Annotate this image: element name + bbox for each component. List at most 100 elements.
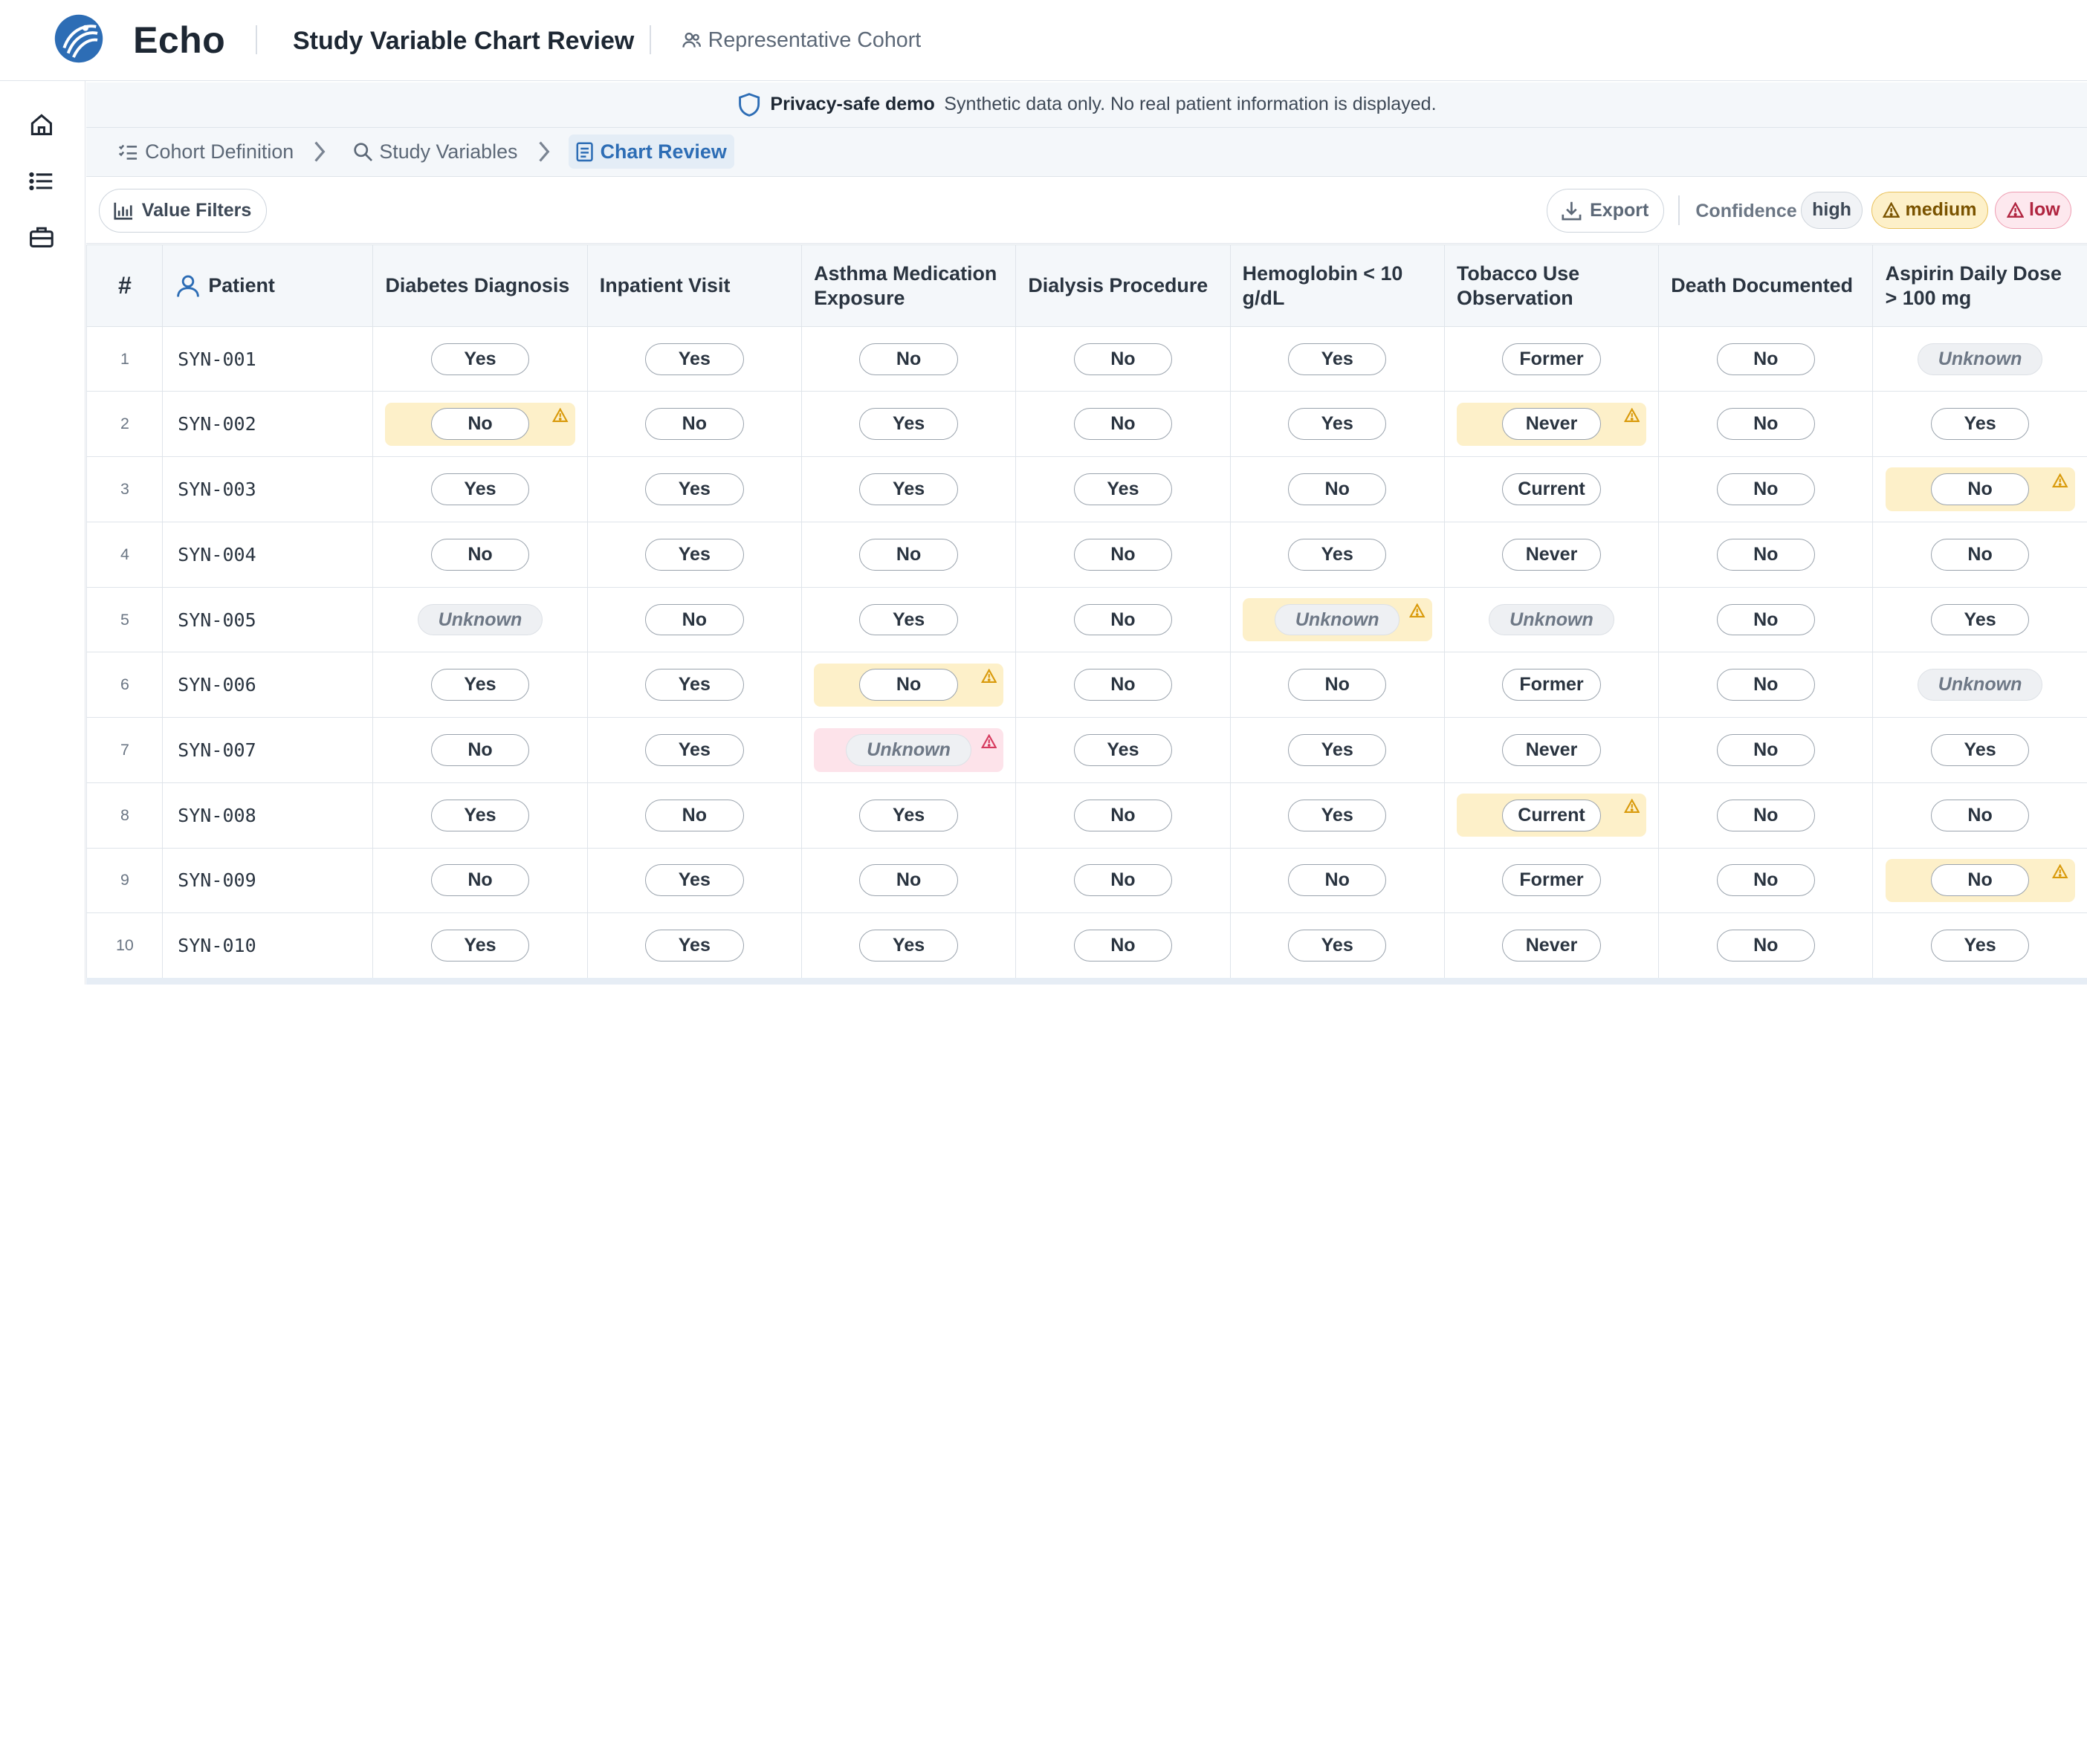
value-pill[interactable]: Yes: [1930, 733, 2030, 766]
value-pill[interactable]: Yes: [430, 669, 530, 701]
value-pill[interactable]: Unknown: [1917, 343, 2043, 375]
patient-id[interactable]: SYN-008: [162, 782, 374, 849]
value-pill[interactable]: No: [430, 733, 530, 766]
value-pill[interactable]: Yes: [1287, 343, 1387, 375]
patient-id[interactable]: SYN-001: [162, 325, 374, 392]
table-row[interactable]: 9 SYN-009 No Yes No No No Former No No: [86, 847, 2087, 914]
value-pill[interactable]: Current: [1502, 799, 1601, 831]
value-pill[interactable]: No: [1073, 799, 1173, 831]
patient-id[interactable]: SYN-004: [162, 521, 374, 588]
confidence-low-chip[interactable]: low: [1995, 191, 2072, 229]
value-pill[interactable]: No: [1073, 343, 1173, 375]
column-header[interactable]: Dialysis Procedure: [1015, 244, 1231, 327]
sidebar-item-list[interactable]: [24, 163, 59, 198]
value-pill[interactable]: No: [1930, 864, 2030, 897]
patient-id[interactable]: SYN-006: [162, 652, 374, 719]
value-pill[interactable]: Yes: [430, 930, 530, 962]
sidebar-item-home[interactable]: [24, 108, 59, 143]
value-pill[interactable]: Unknown: [846, 733, 971, 766]
patient-id[interactable]: SYN-003: [162, 456, 374, 522]
confidence-medium-chip[interactable]: medium: [1871, 191, 1988, 229]
value-pill[interactable]: No: [859, 864, 958, 897]
value-pill[interactable]: No: [1287, 473, 1387, 506]
column-header-patient[interactable]: Patient: [162, 244, 374, 327]
value-pill[interactable]: No: [645, 603, 744, 636]
value-pill[interactable]: Former: [1502, 864, 1601, 897]
value-pill[interactable]: No: [859, 669, 958, 701]
horizontal-scrollbar[interactable]: [86, 978, 2087, 985]
column-header[interactable]: Aspirin Daily Dose > 100 mg: [1872, 244, 2087, 327]
patient-id[interactable]: SYN-002: [162, 391, 374, 458]
column-header[interactable]: Death Documented: [1658, 244, 1874, 327]
column-header[interactable]: Asthma Medication Exposure: [800, 244, 1017, 327]
value-pill[interactable]: Yes: [645, 473, 744, 506]
value-pill[interactable]: Never: [1502, 930, 1601, 962]
patient-id[interactable]: SYN-007: [162, 717, 374, 783]
value-pill[interactable]: No: [645, 799, 744, 831]
value-pill[interactable]: No: [1073, 603, 1173, 636]
value-pill[interactable]: Yes: [859, 473, 958, 506]
value-pill[interactable]: No: [1073, 669, 1173, 701]
value-pill[interactable]: No: [1716, 343, 1816, 375]
table-row[interactable]: 1 SYN-001 Yes Yes No No Yes Former No Unknown: [86, 325, 2087, 392]
value-pill[interactable]: Yes: [645, 538, 744, 571]
value-pill[interactable]: Yes: [1287, 538, 1387, 571]
value-pill[interactable]: No: [1073, 864, 1173, 897]
value-pill[interactable]: No: [859, 343, 958, 375]
value-pill[interactable]: No: [1073, 538, 1173, 571]
value-pill[interactable]: Former: [1502, 343, 1601, 375]
table-row[interactable]: 4 SYN-004 No Yes No No Yes Never No No: [86, 521, 2087, 588]
value-pill[interactable]: Never: [1502, 538, 1601, 571]
value-pill[interactable]: No: [1716, 799, 1816, 831]
value-pill[interactable]: Yes: [1073, 733, 1173, 766]
value-pill[interactable]: No: [1716, 930, 1816, 962]
value-pill[interactable]: No: [859, 538, 958, 571]
value-pill[interactable]: Yes: [859, 408, 958, 441]
value-pill[interactable]: Yes: [645, 343, 744, 375]
value-pill[interactable]: No: [1716, 408, 1816, 441]
value-pill[interactable]: Yes: [430, 799, 530, 831]
value-pill[interactable]: Yes: [1930, 408, 2030, 441]
breadcrumb-cohort-definition[interactable]: Cohort Definition: [111, 134, 302, 169]
value-pill[interactable]: No: [1073, 408, 1173, 441]
value-pill[interactable]: Unknown: [1917, 669, 2043, 701]
table-row[interactable]: 7 SYN-007 No Yes Unknown Yes Yes Never No Yes: [86, 717, 2087, 783]
value-filters-button[interactable]: Value Filters: [98, 189, 268, 233]
value-pill[interactable]: No: [1716, 733, 1816, 766]
value-pill[interactable]: Never: [1502, 408, 1601, 441]
confidence-high-chip[interactable]: high: [1800, 191, 1863, 229]
table-row[interactable]: 8 SYN-008 Yes No Yes No Yes Current No No: [86, 782, 2087, 849]
value-pill[interactable]: No: [1073, 930, 1173, 962]
value-pill[interactable]: No: [1930, 538, 2030, 571]
value-pill[interactable]: No: [645, 408, 744, 441]
value-pill[interactable]: Yes: [430, 473, 530, 506]
value-pill[interactable]: No: [1716, 538, 1816, 571]
patient-id[interactable]: SYN-005: [162, 586, 374, 653]
value-pill[interactable]: Yes: [1287, 733, 1387, 766]
value-pill[interactable]: No: [1716, 669, 1816, 701]
cohort-selector[interactable]: Representative Cohort: [682, 28, 921, 53]
value-pill[interactable]: Yes: [859, 799, 958, 831]
table-row[interactable]: 10 SYN-010 Yes Yes Yes No Yes Never No Yes: [86, 912, 2087, 979]
value-pill[interactable]: Yes: [645, 669, 744, 701]
value-pill[interactable]: Yes: [645, 864, 744, 897]
value-pill[interactable]: No: [1287, 669, 1387, 701]
value-pill[interactable]: No: [1716, 473, 1816, 506]
value-pill[interactable]: Yes: [859, 603, 958, 636]
value-pill[interactable]: Yes: [1287, 930, 1387, 962]
value-pill[interactable]: No: [1287, 864, 1387, 897]
value-pill[interactable]: No: [430, 538, 530, 571]
table-row[interactable]: 6 SYN-006 Yes Yes No No No Former No Unknown: [86, 652, 2087, 719]
value-pill[interactable]: Yes: [1073, 473, 1173, 506]
export-button[interactable]: Export: [1546, 189, 1665, 233]
table-row[interactable]: 5 SYN-005 Unknown No Yes No Unknown Unknown No Ye…: [86, 586, 2087, 653]
patient-id[interactable]: SYN-009: [162, 847, 374, 914]
value-pill[interactable]: Unknown: [1489, 603, 1614, 636]
value-pill[interactable]: Yes: [1287, 408, 1387, 441]
column-header[interactable]: Inpatient Visit: [586, 244, 802, 327]
value-pill[interactable]: Current: [1502, 473, 1601, 506]
breadcrumb-study-variables[interactable]: Study Variables: [345, 134, 525, 169]
column-header[interactable]: Diabetes Diagnosis: [372, 244, 588, 327]
value-pill[interactable]: Yes: [1930, 603, 2030, 636]
sidebar-item-briefcase[interactable]: [24, 219, 59, 254]
